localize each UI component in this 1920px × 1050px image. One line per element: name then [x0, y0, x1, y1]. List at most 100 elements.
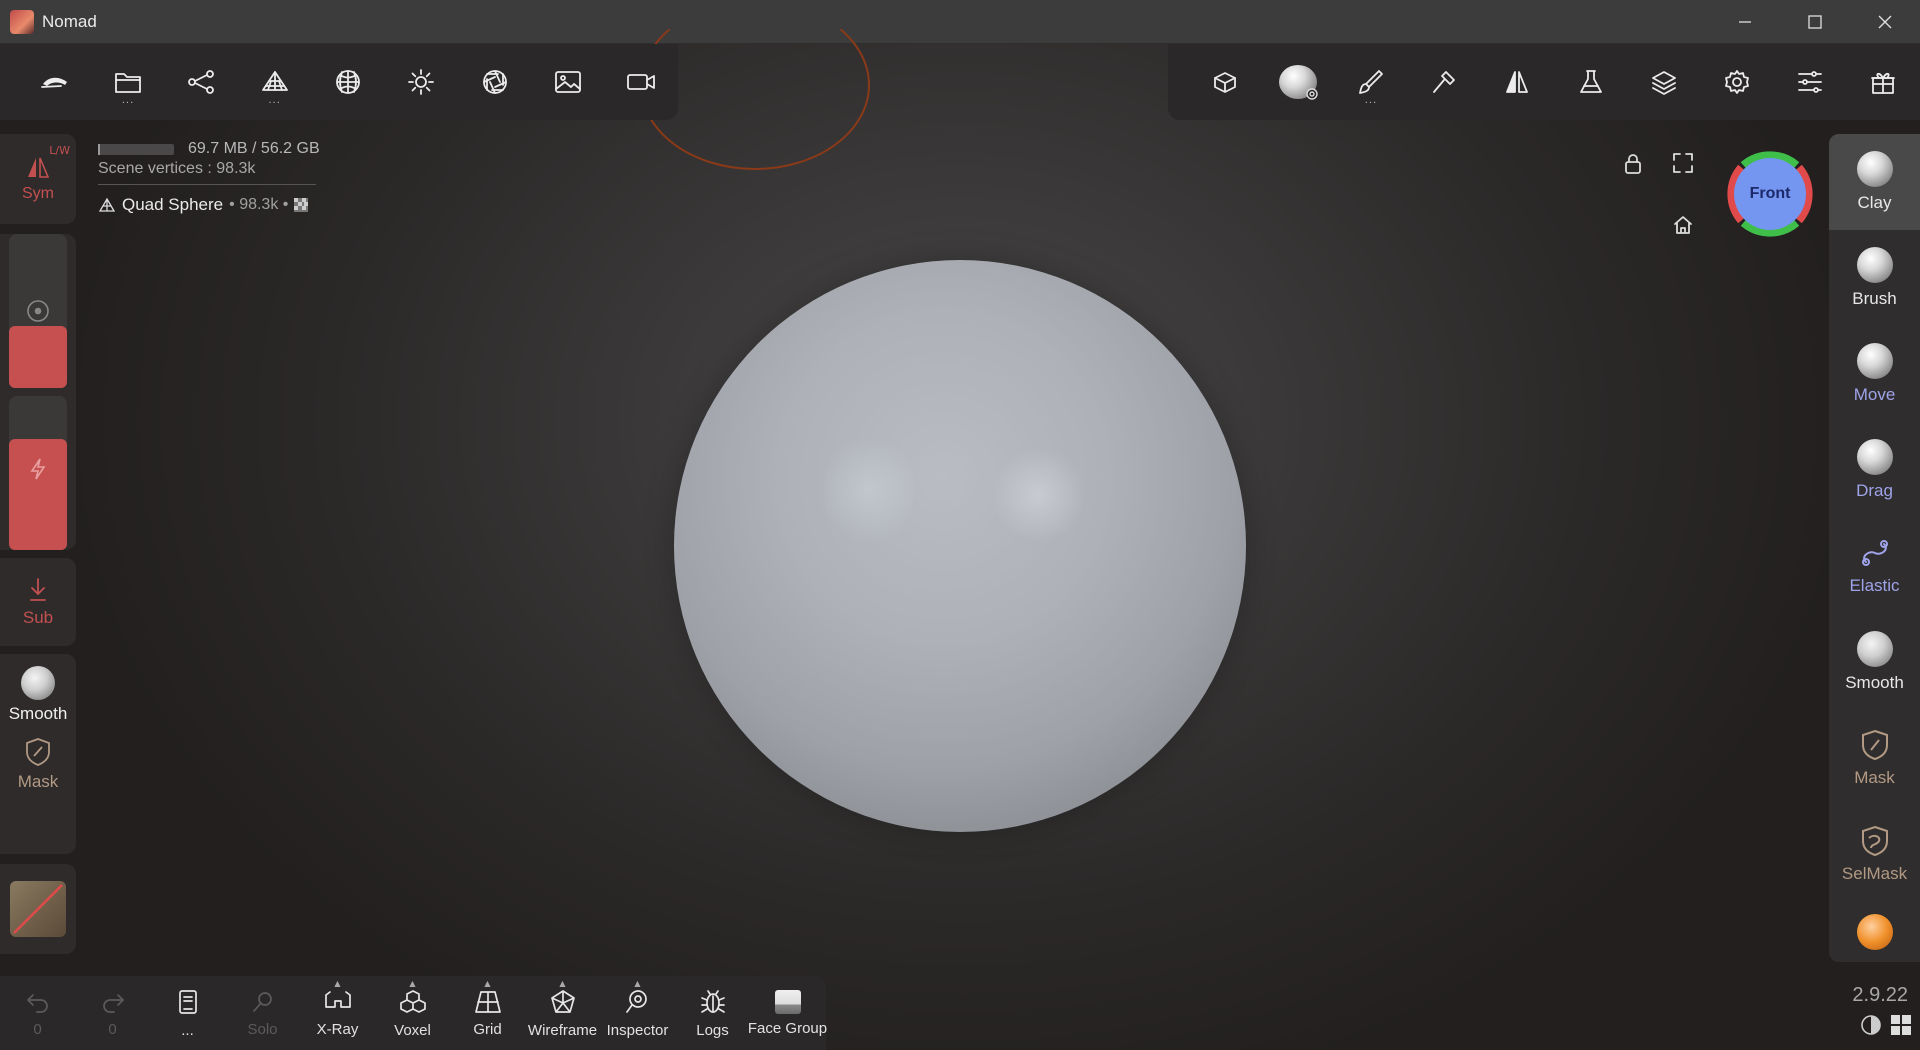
top-right-toolbar: ...	[1168, 44, 1920, 120]
postprocess-button[interactable]	[458, 44, 531, 120]
window-controls	[1710, 0, 1920, 44]
sub-arrow-icon	[30, 578, 46, 601]
tool-smooth[interactable]: Smooth	[1829, 614, 1920, 710]
fullscreen-button[interactable]	[1672, 152, 1694, 178]
grid-button[interactable]: ▲ Grid	[450, 976, 525, 1050]
tool-move[interactable]: Move	[1829, 326, 1920, 422]
smooth-ball-icon	[21, 666, 55, 700]
logs-button[interactable]: Logs	[675, 976, 750, 1050]
title-bar: Nomad	[0, 0, 1920, 44]
layers-button[interactable]	[1627, 44, 1700, 120]
quick-tools: Smooth Mask	[0, 654, 76, 854]
tool-brush[interactable]: Brush	[1829, 230, 1920, 326]
windows-grid-icon[interactable]	[1890, 1014, 1912, 1036]
tool-label: SelMask	[1841, 864, 1908, 883]
maximize-button[interactable]	[1780, 0, 1850, 44]
lw-label: L/W	[49, 144, 70, 157]
sphere-highlight	[994, 445, 1084, 545]
sculpt-sphere[interactable]	[674, 260, 1246, 832]
topology-icon	[261, 71, 288, 91]
sub-toggle[interactable]: Sub	[0, 558, 76, 646]
home-view-button[interactable]	[1672, 214, 1694, 240]
nomad-menu-button[interactable]	[18, 44, 91, 120]
paint-button[interactable]: ...	[1334, 44, 1407, 120]
minimize-button[interactable]	[1710, 0, 1780, 44]
material-cube-icon	[10, 881, 66, 937]
mesh-vertex-count: • 98.3k •	[229, 196, 289, 213]
flask-icon	[1579, 70, 1602, 93]
redo-button[interactable]: 0	[75, 976, 150, 1050]
material-button[interactable]	[311, 44, 384, 120]
contrast-icon[interactable]	[1860, 1014, 1882, 1036]
mask-label: Mask	[17, 772, 59, 791]
face-group-button[interactable]: Face Group	[748, 976, 827, 1050]
mask-shield-icon	[1861, 729, 1888, 761]
gizmo-front-face[interactable]: Front	[1734, 158, 1806, 230]
radius-icon	[27, 300, 49, 322]
tool-label: Clay	[1857, 193, 1892, 212]
inspector-button[interactable]: ▲ Inspector	[600, 976, 675, 1050]
smooth-ball-icon	[1856, 631, 1893, 667]
voxel-label: Voxel	[394, 1021, 431, 1039]
files-button[interactable]: ...	[91, 44, 164, 120]
symmetry-toggle[interactable]: L/W Sym	[0, 134, 76, 224]
top-left-toolbar: ... ...	[0, 44, 678, 120]
smooth-shortcut[interactable]: Smooth	[9, 666, 67, 724]
tool-drag[interactable]: Drag	[1829, 422, 1920, 518]
topology-button[interactable]: ...	[238, 44, 311, 120]
radius-slider-fill	[9, 326, 67, 388]
tool-mask[interactable]: Mask	[1829, 710, 1920, 806]
grid-icon	[474, 990, 501, 1013]
tools-flask-button[interactable]	[1554, 44, 1627, 120]
tool-more[interactable]	[1829, 902, 1920, 962]
view-gizmo[interactable]: Front	[1722, 146, 1818, 242]
solo-button[interactable]: Solo	[225, 976, 300, 1050]
memory-bar	[98, 143, 174, 155]
voxel-cubes-icon	[399, 989, 426, 1013]
wireframe-label: Wireframe	[527, 1021, 598, 1039]
stroke-button[interactable]	[1408, 44, 1481, 120]
layers-icon	[1651, 71, 1676, 95]
tool-elastic[interactable]: Elastic	[1829, 518, 1920, 614]
tool-selmask[interactable]: SelMask	[1829, 806, 1920, 902]
lock-view-button[interactable]	[1622, 152, 1644, 180]
mask-shortcut[interactable]: Mask	[17, 736, 59, 792]
voxel-button[interactable]: ▲ Voxel	[375, 976, 450, 1050]
interface-button[interactable]	[1774, 44, 1847, 120]
notes-button[interactable]: ...	[150, 976, 225, 1050]
caret-icon: ▲	[409, 979, 416, 988]
background-button[interactable]	[531, 44, 604, 120]
camera-button[interactable]	[605, 44, 678, 120]
bottom-right-icons	[1860, 1014, 1912, 1036]
light-button[interactable]	[385, 44, 458, 120]
scene-info: 69.7 MB / 56.2 GB Scene vertices : 98.3k…	[98, 140, 320, 215]
undo-icon	[26, 993, 48, 1013]
wireframe-button[interactable]: ▲ Wireframe	[525, 976, 600, 1050]
undo-button[interactable]: 0	[0, 976, 75, 1050]
inspector-label: Inspector	[606, 1021, 669, 1039]
tool-clay[interactable]: Clay	[1829, 134, 1920, 230]
app-version: 2.9.22	[1852, 984, 1908, 1006]
xray-button[interactable]: ▲ X-Ray	[300, 976, 375, 1050]
more-indicator: ...	[268, 95, 281, 106]
material-preview[interactable]	[0, 864, 76, 954]
symmetry-button[interactable]	[1481, 44, 1554, 120]
home-icon	[1674, 216, 1692, 234]
gift-button[interactable]	[1847, 44, 1920, 120]
matcap-button[interactable]	[1261, 44, 1334, 120]
clay-ball-icon	[1856, 151, 1893, 187]
caret-icon: ▲	[634, 979, 641, 988]
sliders-icon	[1798, 71, 1823, 93]
memory-text: 69.7 MB / 56.2 GB	[188, 140, 320, 157]
small-gear-icon	[1306, 88, 1319, 100]
symmetry-icon	[28, 157, 50, 178]
scene-graph-icon	[188, 70, 215, 94]
tool-label: Elastic	[1849, 576, 1900, 595]
mesh-row[interactable]: Quad Sphere • 98.3k •	[98, 195, 320, 215]
close-button[interactable]	[1850, 0, 1920, 44]
scene-button[interactable]	[165, 44, 238, 120]
settings-button[interactable]	[1700, 44, 1773, 120]
close-icon	[1878, 15, 1892, 29]
material-sphere-icon	[336, 70, 360, 94]
render-button[interactable]	[1188, 44, 1261, 120]
